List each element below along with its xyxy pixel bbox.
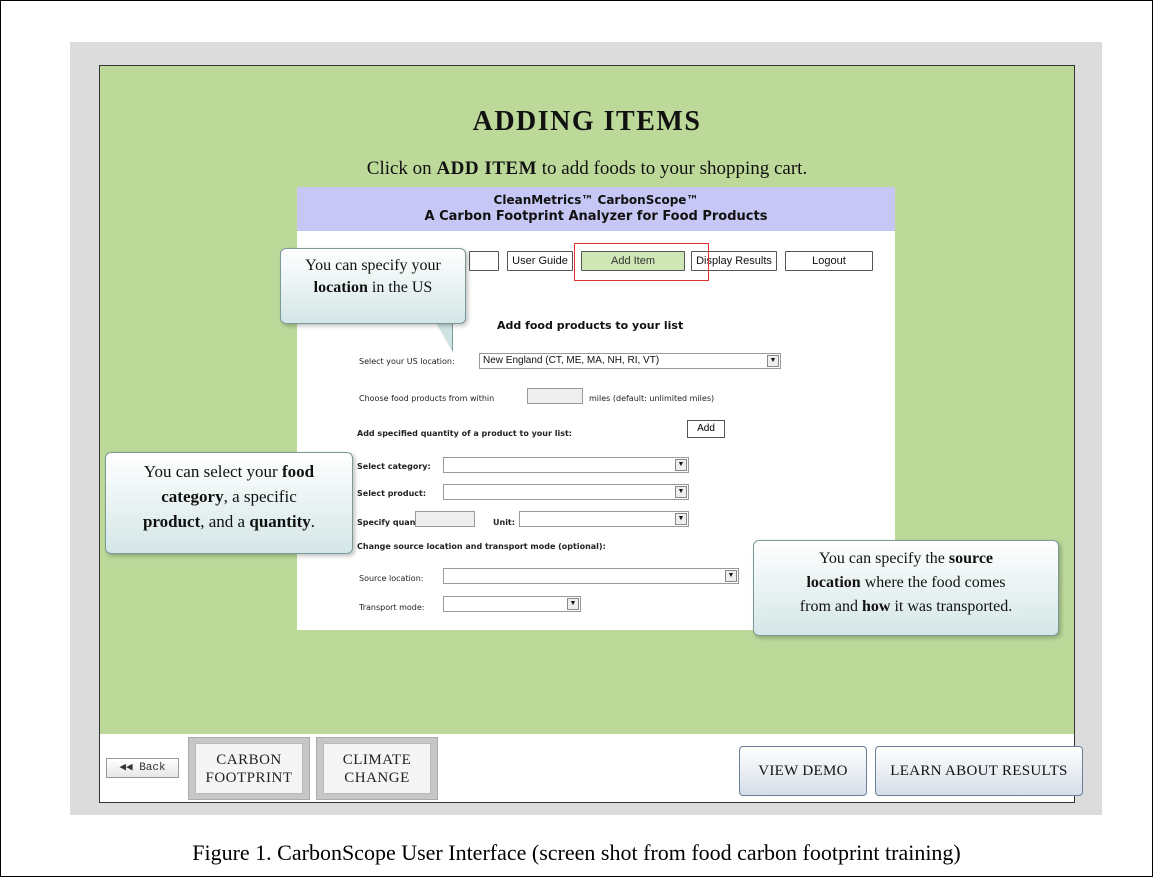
callout-source-text: it was transported. (890, 598, 1013, 615)
product-select[interactable]: ▼ (443, 484, 689, 500)
training-stage: ADDING ITEMS Click on ADD ITEM to add fo… (99, 65, 1083, 803)
location-select[interactable]: New England (CT, ME, MA, NH, RI, VT) ▼ (479, 353, 781, 369)
carbon-footprint-button[interactable]: CARBON FOOTPRINT (188, 737, 310, 800)
category-select[interactable]: ▼ (443, 457, 689, 473)
callout-food-bold: product (142, 512, 201, 531)
callout-source-bold: source (948, 550, 994, 567)
subtitle-text-post: to add foods to your shopping cart. (537, 158, 808, 179)
form-heading: Add food products to your list (497, 319, 684, 332)
product-label: Select product: (357, 489, 427, 498)
callout-location-rest: in the US (367, 279, 433, 296)
callout-food-line1: You can select your food (106, 459, 352, 484)
climate-change-line2: CHANGE (344, 770, 410, 786)
slide-subtitle: Click on ADD ITEM to add foods to your s… (100, 158, 1074, 180)
transport-mode-select[interactable]: ▼ (443, 596, 581, 612)
transport-mode-label: Transport mode: (359, 603, 425, 612)
chevron-down-icon: ▼ (725, 570, 737, 582)
unit-label: Unit: (493, 518, 515, 527)
miles-suffix: miles (default: unlimited miles) (589, 394, 715, 403)
callout-location-line2: location in the US (281, 277, 465, 299)
back-button[interactable]: ◀◀ Back (106, 758, 179, 778)
source-location-select[interactable]: ▼ (443, 568, 739, 584)
change-source-label: Change source location and transport mod… (357, 542, 606, 551)
climate-change-label: CLIMATE CHANGE (323, 743, 431, 794)
callout-source-text: from and (799, 598, 862, 615)
unit-select[interactable]: ▼ (519, 511, 689, 527)
callout-source-line1: You can specify the source (754, 547, 1058, 571)
subtitle-text-bold: ADD ITEM (436, 158, 538, 179)
callout-food-bold: quantity (249, 512, 311, 531)
callout-food-text: . (310, 512, 316, 531)
quantity-input[interactable] (415, 511, 475, 527)
location-label: Select your US location: (359, 357, 455, 366)
nav-button-hidden[interactable] (469, 251, 499, 271)
category-label: Select category: (357, 462, 431, 471)
callout-food-bold: food (281, 462, 315, 481)
subtitle-text-pre: Click on (366, 158, 437, 179)
app-brand: CleanMetrics™ CarbonScope™ (493, 193, 699, 207)
figure-caption: Figure 1. CarbonScope User Interface (sc… (192, 840, 961, 865)
callout-pointer (436, 323, 452, 351)
add-button[interactable]: Add (687, 420, 725, 438)
source-location-label: Source location: (359, 574, 424, 583)
callout-location: You can specify your location in the US (280, 248, 466, 324)
bottom-navigation: ◀◀ Back CARBON FOOTPRINT CLIMATE CHANGE … (100, 734, 1083, 802)
carbon-footprint-label: CARBON FOOTPRINT (195, 743, 303, 794)
callout-source-text: You can specify the (818, 550, 949, 567)
chevron-down-icon: ▼ (675, 486, 687, 498)
chevron-down-icon: ▼ (567, 598, 579, 610)
callout-source-text: where the food comes (860, 574, 1006, 591)
add-item-highlight (574, 243, 709, 281)
climate-change-line1: CLIMATE (342, 752, 412, 768)
callout-food-text: You can select your (143, 462, 282, 481)
learn-about-results-button[interactable]: LEARN ABOUT RESULTS (875, 746, 1083, 796)
app-header: CleanMetrics™ CarbonScope™ A Carbon Foot… (297, 187, 895, 231)
callout-location-bold: location (313, 279, 368, 296)
user-guide-button[interactable]: User Guide (507, 251, 573, 271)
chevron-down-icon: ▼ (767, 355, 779, 367)
callout-source-line3: from and how it was transported. (754, 595, 1058, 619)
climate-change-button[interactable]: CLIMATE CHANGE (316, 737, 438, 800)
callout-location-line1: You can specify your (305, 257, 441, 274)
callout-source: You can specify the source location wher… (753, 540, 1059, 636)
slide-area: ADDING ITEMS Click on ADD ITEM to add fo… (100, 66, 1074, 734)
callout-food-bold: category (161, 487, 224, 506)
callout-source-bold: location (806, 574, 861, 591)
app-tagline: A Carbon Footprint Analyzer for Food Pro… (424, 209, 768, 224)
logout-button[interactable]: Logout (785, 251, 873, 271)
miles-input[interactable] (527, 388, 583, 404)
view-demo-button[interactable]: VIEW DEMO (739, 746, 867, 796)
chevron-down-icon: ▼ (675, 513, 687, 525)
callout-source-bold: how (862, 598, 891, 615)
callout-food-line2: category, a specific (106, 484, 352, 509)
callout-food-line3: product, and a quantity. (106, 509, 352, 534)
callout-food-text: , and a (200, 512, 250, 531)
location-select-value: New England (CT, ME, MA, NH, RI, VT) (483, 355, 660, 366)
callout-food: You can select your food category, a spe… (105, 452, 353, 554)
slide-title: ADDING ITEMS (472, 106, 702, 137)
distance-label: Choose food products from within (359, 394, 495, 403)
add-quantity-label: Add specified quantity of a product to y… (357, 429, 572, 438)
callout-food-text: , a specific (223, 487, 297, 506)
carbon-footprint-line2: FOOTPRINT (205, 770, 293, 786)
chevron-down-icon: ▼ (675, 459, 687, 471)
carbon-footprint-line1: CARBON (216, 752, 282, 768)
callout-source-line2: location where the food comes (754, 571, 1058, 595)
